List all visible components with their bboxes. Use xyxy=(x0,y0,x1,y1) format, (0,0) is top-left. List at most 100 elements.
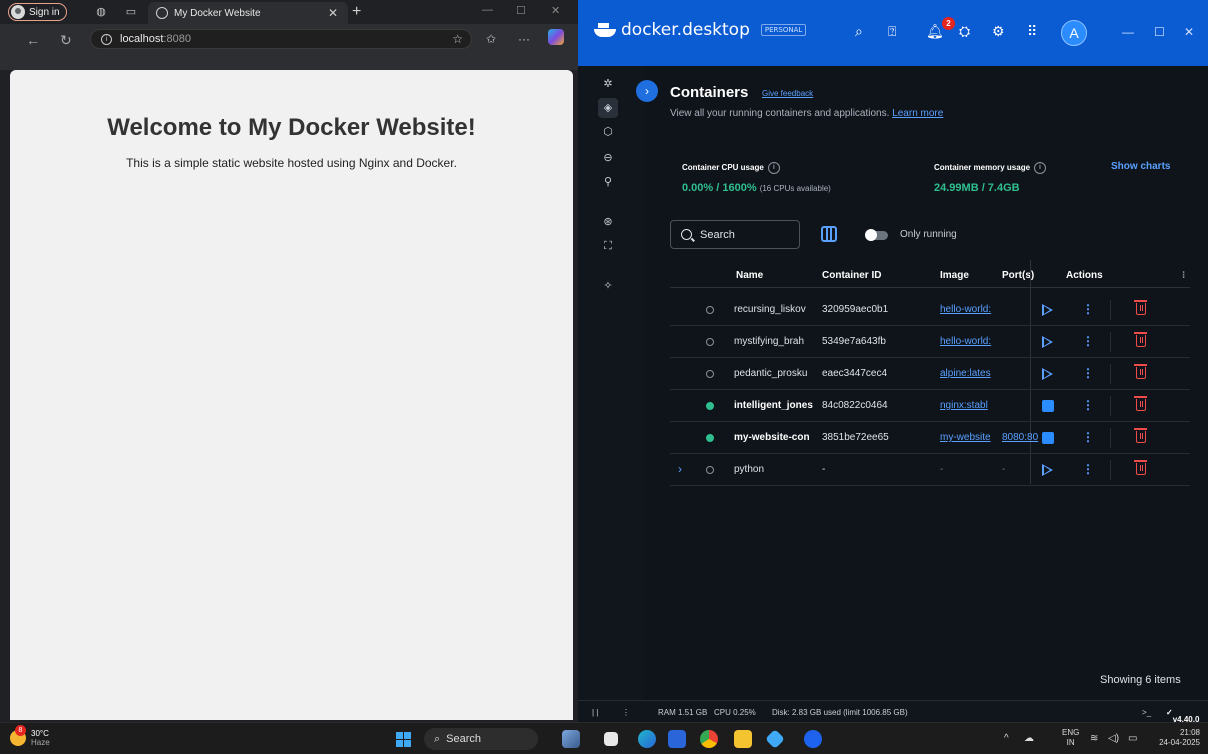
give-feedback-link[interactable]: Give feedback xyxy=(762,89,813,98)
refresh-icon[interactable]: ↻ xyxy=(60,32,72,49)
more-actions-icon[interactable]: ⋮ xyxy=(1082,430,1094,444)
more-actions-icon[interactable]: ⋮ xyxy=(1082,302,1094,316)
docker-close-icon[interactable]: ✕ xyxy=(1184,25,1194,39)
table-row[interactable]: pedantic_prosku eaec3447cec4 alpine:lates ⋮ xyxy=(670,358,1190,390)
container-name[interactable]: intelligent_jones xyxy=(734,400,818,411)
container-image[interactable]: nginx:stabl xyxy=(940,400,998,411)
columns-toggle-icon[interactable] xyxy=(821,226,837,242)
minimize-icon[interactable]: — xyxy=(482,4,493,16)
container-image[interactable]: - xyxy=(940,464,998,475)
search-input[interactable]: Search xyxy=(670,220,800,249)
widgets-app-icon[interactable] xyxy=(562,730,580,748)
sidebar-containers-icon[interactable]: ◈ xyxy=(598,98,618,118)
col-container-id[interactable]: Container ID xyxy=(822,270,881,281)
container-name[interactable]: mystifying_brah xyxy=(734,336,818,347)
cloud-icon[interactable]: ☁ xyxy=(1024,733,1034,744)
tab-my-docker-website[interactable]: My Docker Website ✕ xyxy=(148,2,348,24)
more-menu-icon[interactable]: ··· xyxy=(518,32,530,46)
sidebar-images-icon[interactable]: ⬡ xyxy=(598,122,618,142)
chrome-icon[interactable] xyxy=(700,730,718,748)
expand-row-icon[interactable]: › xyxy=(678,462,682,476)
notifications-icon[interactable]: 🔔︎ xyxy=(926,24,944,38)
container-image[interactable]: my-website xyxy=(940,432,998,443)
table-row[interactable]: › python - - - ⋮ xyxy=(670,454,1190,486)
volume-icon[interactable]: ◁) xyxy=(1108,733,1119,744)
delete-icon[interactable] xyxy=(1134,364,1147,379)
system-clock[interactable]: 21:08 24-04-2025 xyxy=(1150,728,1200,748)
search-icon[interactable]: ⌕ xyxy=(855,24,863,38)
settings-icon[interactable]: ⚙ xyxy=(992,24,1005,38)
table-row[interactable]: mystifying_brah 5349e7a643fb hello-world: ⋮ xyxy=(670,326,1190,358)
new-tab-button[interactable]: + xyxy=(352,3,361,21)
sidebar-toggle-icon[interactable]: | | xyxy=(592,708,598,717)
start-button[interactable] xyxy=(396,732,411,747)
edge-browser-icon[interactable] xyxy=(638,730,656,748)
delete-icon[interactable] xyxy=(1134,460,1147,475)
sidebar-builds-icon[interactable]: ⚲ xyxy=(598,172,618,192)
col-name[interactable]: Name xyxy=(736,270,763,281)
tray-overflow-icon[interactable]: ^ xyxy=(1004,733,1009,744)
show-charts-link[interactable]: Show charts xyxy=(1111,161,1170,172)
vscode-like-icon[interactable] xyxy=(765,729,785,749)
start-icon[interactable] xyxy=(1042,368,1053,380)
terminal-icon[interactable]: >_ xyxy=(1142,708,1151,717)
container-image[interactable]: hello-world: xyxy=(940,336,998,347)
close-tab-icon[interactable]: ✕ xyxy=(328,6,338,20)
weather-widget[interactable]: 8 30°C Haze xyxy=(10,725,50,747)
delete-icon[interactable] xyxy=(1134,396,1147,411)
favorites-icon[interactable]: ✩ xyxy=(486,32,496,46)
expand-sidebar-button[interactable]: › xyxy=(636,80,658,102)
start-icon[interactable] xyxy=(1042,336,1053,348)
wifi-icon[interactable]: ≋ xyxy=(1090,733,1098,744)
delete-icon[interactable] xyxy=(1134,300,1147,315)
store-icon[interactable] xyxy=(668,730,686,748)
sidebar-hub-icon[interactable]: ⊛ xyxy=(598,212,618,232)
maximize-icon[interactable]: ☐ xyxy=(516,4,526,17)
container-name[interactable]: python xyxy=(734,464,818,475)
help-icon[interactable]: ⍰ xyxy=(888,24,896,38)
container-image[interactable]: hello-world: xyxy=(940,304,998,315)
site-info-icon[interactable]: i xyxy=(101,33,112,45)
sign-in-button[interactable]: Sign in xyxy=(8,3,67,21)
sidebar-gordon-icon[interactable]: ✲ xyxy=(598,74,618,94)
learning-center-icon[interactable]: ⛭ xyxy=(959,24,970,38)
container-image[interactable]: alpine:lates xyxy=(940,368,998,379)
info-icon[interactable]: i xyxy=(1034,162,1047,174)
tab-actions-icon[interactable]: ▭ xyxy=(124,5,138,19)
sidebar-scout-icon[interactable]: ⛶ xyxy=(598,236,618,256)
task-view-icon[interactable] xyxy=(604,732,618,746)
close-window-icon[interactable]: ✕ xyxy=(551,4,560,17)
file-explorer-icon[interactable] xyxy=(734,730,752,748)
start-icon[interactable] xyxy=(1042,464,1053,476)
user-avatar[interactable]: A xyxy=(1061,20,1087,46)
docker-minimize-icon[interactable]: — xyxy=(1122,25,1134,39)
stop-icon[interactable] xyxy=(1042,400,1054,412)
only-running-toggle[interactable] xyxy=(865,229,888,241)
learn-more-link[interactable]: Learn more xyxy=(892,108,943,119)
more-actions-icon[interactable]: ⋮ xyxy=(1082,334,1094,348)
more-actions-icon[interactable]: ⋮ xyxy=(1082,366,1094,380)
col-image[interactable]: Image xyxy=(940,270,969,281)
stop-icon[interactable] xyxy=(1042,432,1054,444)
more-actions-icon[interactable]: ⋮ xyxy=(1082,398,1094,412)
back-icon[interactable]: ← xyxy=(26,32,40,48)
start-icon[interactable] xyxy=(1042,304,1053,316)
address-bar[interactable]: i localhost:8080 ☆ xyxy=(90,29,472,49)
apps-grid-icon[interactable]: ⠿ xyxy=(1027,24,1037,38)
battery-icon[interactable]: ▭ xyxy=(1128,733,1137,744)
sidebar-extensions-icon[interactable]: ✧ xyxy=(598,276,618,296)
table-row[interactable]: recursing_liskov 320959aec0b1 hello-world:… xyxy=(670,294,1190,326)
more-actions-icon[interactable]: ⋮ xyxy=(1082,462,1094,476)
favorite-star-icon[interactable]: ☆ xyxy=(452,32,463,46)
taskbar-search[interactable]: ⌕ Search xyxy=(424,728,538,750)
workspaces-icon[interactable]: ◍ xyxy=(94,5,108,19)
container-name[interactable]: my-website-con xyxy=(734,432,818,443)
status-menu-icon[interactable]: ⋮ xyxy=(622,708,630,717)
info-icon[interactable]: i xyxy=(767,162,780,174)
column-menu-icon[interactable]: ⁝ xyxy=(1182,270,1185,281)
docker-maximize-icon[interactable]: ☐ xyxy=(1154,25,1165,39)
copilot-icon[interactable] xyxy=(548,29,564,45)
delete-icon[interactable] xyxy=(1134,428,1147,443)
docker-taskbar-icon[interactable] xyxy=(804,730,822,748)
table-row[interactable]: intelligent_jones 84c0822c0464 nginx:stabl… xyxy=(670,390,1190,422)
